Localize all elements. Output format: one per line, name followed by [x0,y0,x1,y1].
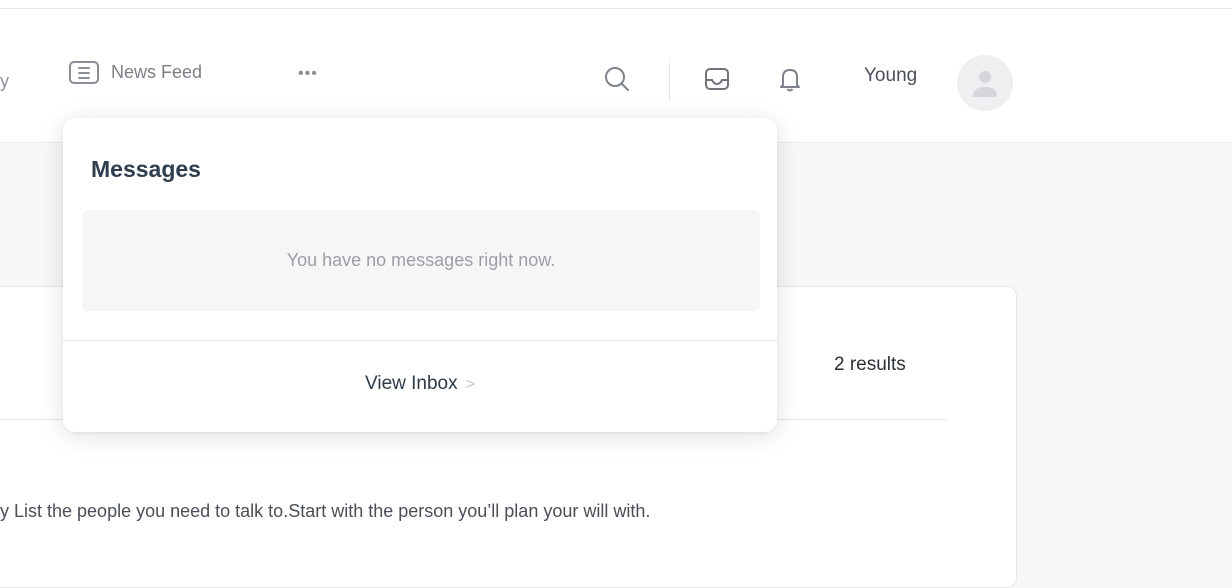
inbox-button[interactable] [703,65,731,93]
user-avatar-icon [973,71,997,97]
news-feed-icon [69,61,99,84]
popover-divider [63,340,777,341]
nav-divider [669,62,670,100]
list-item-text: y List the people you need to talk to.St… [0,501,651,521]
view-inbox-label: View Inbox [365,373,458,394]
inbox-icon [705,68,729,90]
nav-item-news-feed[interactable]: News Feed [69,61,202,84]
chevron-right-icon: > [465,376,475,393]
user-name[interactable]: Young [864,65,917,87]
empty-state: You have no messages right now. [82,210,760,311]
search-icon [605,67,629,91]
results-count: 2 results [834,354,906,375]
nav-item-clipped[interactable]: y [0,71,9,92]
search-button[interactable] [603,65,631,93]
view-inbox-link[interactable]: View Inbox > [63,373,777,395]
notifications-button[interactable] [776,65,804,93]
messages-popover: Messages You have no messages right now.… [63,118,777,432]
popover-title: Messages [91,156,201,182]
nav-item-news-feed-label: News Feed [111,62,203,82]
bell-icon [780,69,800,92]
empty-state-text: You have no messages right now. [286,250,556,270]
top-border [0,0,1232,9]
more-menu-button[interactable]: ••• [298,65,318,83]
avatar[interactable] [957,55,1013,111]
